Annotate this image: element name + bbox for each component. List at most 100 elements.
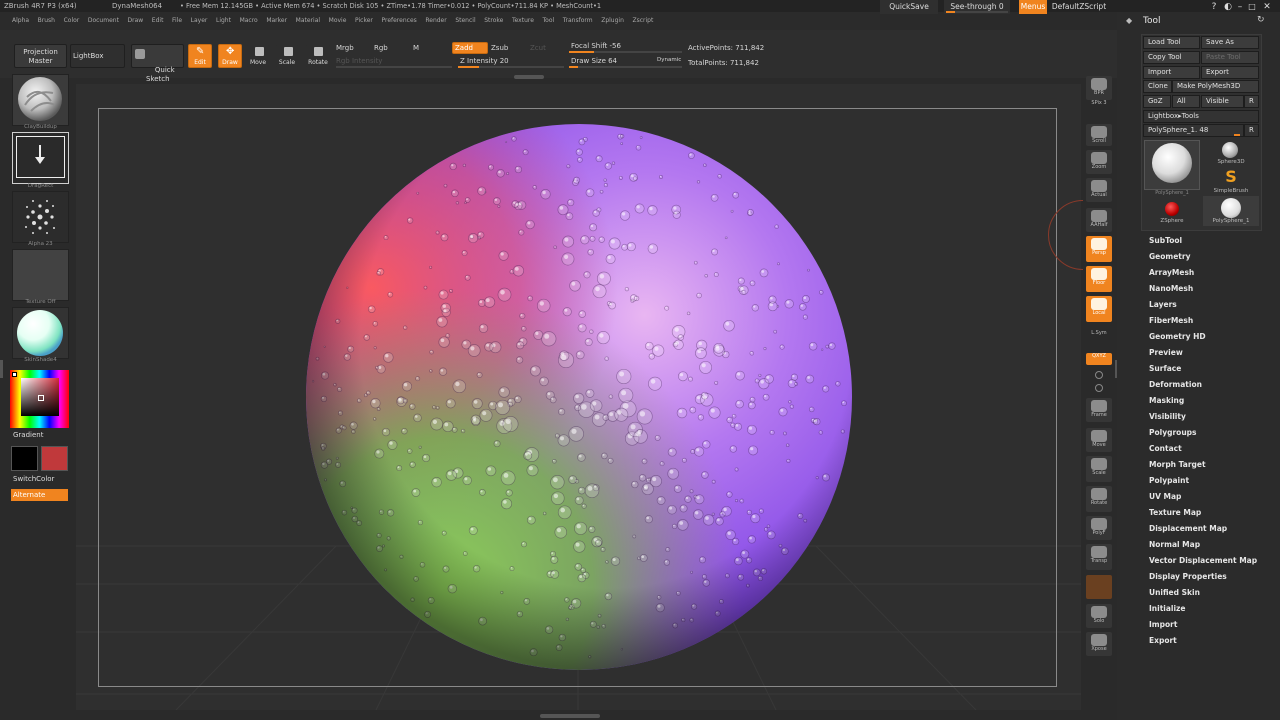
menu-layer[interactable]: Layer [191,12,208,30]
switch-color-button[interactable]: SwitchColor [13,475,54,483]
tool-section-texture-map[interactable]: Texture Map [1149,508,1201,517]
move-button[interactable]: Move [1086,428,1112,452]
menu-brush[interactable]: Brush [38,12,55,30]
quicksave-button[interactable]: QuickSave [880,0,938,14]
tool-section-display-properties[interactable]: Display Properties [1149,572,1227,581]
quick-sketch-button[interactable]: Quick Sketch [131,44,184,83]
zsub-button[interactable]: Zsub [491,44,508,52]
menu-alpha[interactable]: Alpha [12,12,29,30]
dynamic-button[interactable]: Dynamic [657,57,681,63]
menu-material[interactable]: Material [296,12,320,30]
z-intensity-slider[interactable] [458,66,564,68]
menu-file[interactable]: File [172,12,182,30]
tool-section-unified-skin[interactable]: Unified Skin [1149,588,1200,597]
color-picker[interactable] [10,370,69,428]
tool-section-displacement-map[interactable]: Displacement Map [1149,524,1227,533]
tool-section-normal-map[interactable]: Normal Map [1149,540,1200,549]
tool-thumb-polysphere-small[interactable]: PolySphere_1 [1203,196,1259,226]
draw-button[interactable]: ✥ Draw [218,44,242,68]
menu-render[interactable]: Render [425,12,446,30]
load-tool-button[interactable]: Load Tool [1143,36,1200,49]
simplebrush-icon[interactable]: S [1222,168,1240,186]
menu-stencil[interactable]: Stencil [455,12,475,30]
clone-button[interactable]: Clone [1143,80,1172,93]
mrgb-button[interactable]: Mrgb [336,44,354,52]
tool-section-geometry-hd[interactable]: Geometry HD [1149,332,1206,341]
menu-movie[interactable]: Movie [329,12,347,30]
edit-button[interactable]: ✎ Edit [188,44,212,68]
lightbox-button[interactable]: LightBox [70,44,125,68]
symmetry-axis-icon-1[interactable] [1095,384,1103,392]
color-sv-square[interactable] [21,378,59,416]
paste-tool-button[interactable]: Paste Tool [1201,51,1259,64]
zcut-button[interactable]: Zcut [530,44,546,52]
alpha-thumbnail[interactable] [12,191,69,243]
tool-section-fibermesh[interactable]: FiberMesh [1149,316,1193,325]
menu-draw[interactable]: Draw [128,12,144,30]
polysphere-model[interactable] [304,122,854,672]
menu-transform[interactable]: Transform [563,12,593,30]
tool-section-nanomesh[interactable]: NanoMesh [1149,284,1193,293]
tool-section-geometry[interactable]: Geometry [1149,252,1190,261]
m-button[interactable]: M [413,44,419,52]
material-thumbnail[interactable] [12,307,69,359]
left-shelf-handle[interactable] [0,360,3,378]
goz-visible-button[interactable]: Visible [1201,95,1244,108]
tool-section-arraymesh[interactable]: ArrayMesh [1149,268,1194,277]
menu-zscript[interactable]: Zscript [632,12,653,30]
frame-button[interactable]: Frame [1086,398,1112,422]
menu-color[interactable]: Color [64,12,80,30]
polyf-button[interactable]: PolyF [1086,516,1112,540]
default-zscript-button[interactable]: DefaultZScript [1048,0,1110,14]
menu-tool[interactable]: Tool [543,12,555,30]
palette-refresh-icon[interactable]: ↻ [1257,15,1265,25]
tool-section-layers[interactable]: Layers [1149,300,1177,309]
xpose-button[interactable]: Xpose [1086,632,1112,656]
scale-button[interactable]: Scale [1086,456,1112,482]
menu-preferences[interactable]: Preferences [381,12,416,30]
tool-section-visibility[interactable]: Visibility [1149,412,1186,421]
solo-button[interactable]: Solo [1086,604,1112,628]
rotate-button[interactable]: Rotate [1086,486,1112,512]
tool-section-polypaint[interactable]: Polypaint [1149,476,1189,485]
import-button[interactable]: Import [1143,66,1200,79]
tool-thumb-polysphere-large[interactable] [1144,140,1200,190]
export-button[interactable]: Export [1201,66,1259,79]
stroke-thumbnail[interactable] [12,132,69,184]
make-polymesh3d-button[interactable]: Make PolyMesh3D [1172,80,1259,93]
zadd-button[interactable]: Zadd [452,42,488,54]
menu-zplugin[interactable]: Zplugin [601,12,624,30]
lightbox-tools-button[interactable]: Lightbox▸Tools [1143,110,1259,123]
menu-stroke[interactable]: Stroke [484,12,503,30]
draw-size-slider[interactable] [569,66,682,68]
copy-tool-button[interactable]: Copy Tool [1143,51,1200,64]
dynamic-persp-button[interactable] [1086,575,1112,599]
spix-button[interactable]: SPix 3 [1086,100,1112,112]
gradient-toggle[interactable]: Gradient [13,431,43,439]
main-color-swatch[interactable] [11,446,38,471]
menu-marker[interactable]: Marker [266,12,287,30]
local-button[interactable]: Local [1086,296,1112,322]
texture-thumbnail[interactable] [12,249,69,301]
tool-section-polygroups[interactable]: Polygroups [1149,428,1197,437]
menu-edit[interactable]: Edit [152,12,164,30]
menu-picker[interactable]: Picker [355,12,373,30]
top-shelf-handle[interactable] [514,75,544,79]
floor-button[interactable]: Floor [1086,266,1112,292]
secondary-color-swatch[interactable] [41,446,68,471]
tool-section-subtool[interactable]: SubTool [1149,236,1182,245]
menus-button[interactable]: Menus [1019,0,1047,14]
tool-section-masking[interactable]: Masking [1149,396,1184,405]
scroll-button[interactable]: Scroll [1086,124,1112,146]
aahalf-button[interactable]: AAHalf [1086,208,1112,232]
menu-texture[interactable]: Texture [512,12,534,30]
projection-master-button[interactable]: Projection Master [14,44,67,68]
save-as-button[interactable]: Save As [1201,36,1259,49]
rgb-intensity-slider[interactable] [336,66,452,68]
move-button[interactable]: Move [246,44,270,68]
menu-document[interactable]: Document [88,12,119,30]
menu-macro[interactable]: Macro [240,12,258,30]
see-through-slider[interactable]: See-through 0 [944,0,1010,14]
zsphere-icon[interactable] [1165,202,1179,216]
tool-section-uv-map[interactable]: UV Map [1149,492,1181,501]
